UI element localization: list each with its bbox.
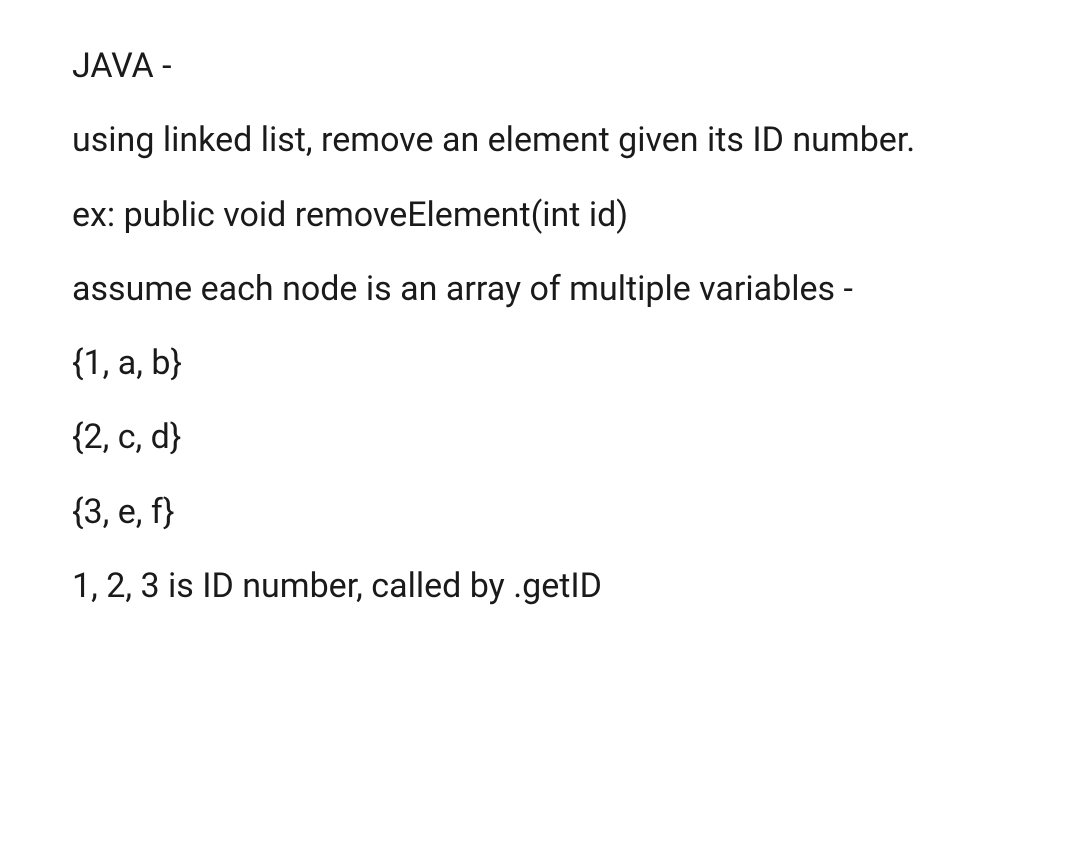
title-line: JAVA - — [72, 42, 1008, 90]
example-line: ex: public void removeElement(int id) — [72, 191, 1008, 239]
node-example-3: {3, e, f} — [72, 488, 1008, 536]
assume-line: assume each node is an array of multiple… — [72, 265, 1008, 313]
node-example-1: {1, a, b} — [72, 339, 1008, 387]
node-example-2: {2, c, d} — [72, 413, 1008, 461]
description-line: using linked list, remove an element giv… — [72, 116, 1008, 164]
document-content: JAVA - using linked list, remove an elem… — [72, 42, 1008, 610]
footer-line: 1, 2, 3 is ID number, called by .getID — [72, 562, 1008, 610]
